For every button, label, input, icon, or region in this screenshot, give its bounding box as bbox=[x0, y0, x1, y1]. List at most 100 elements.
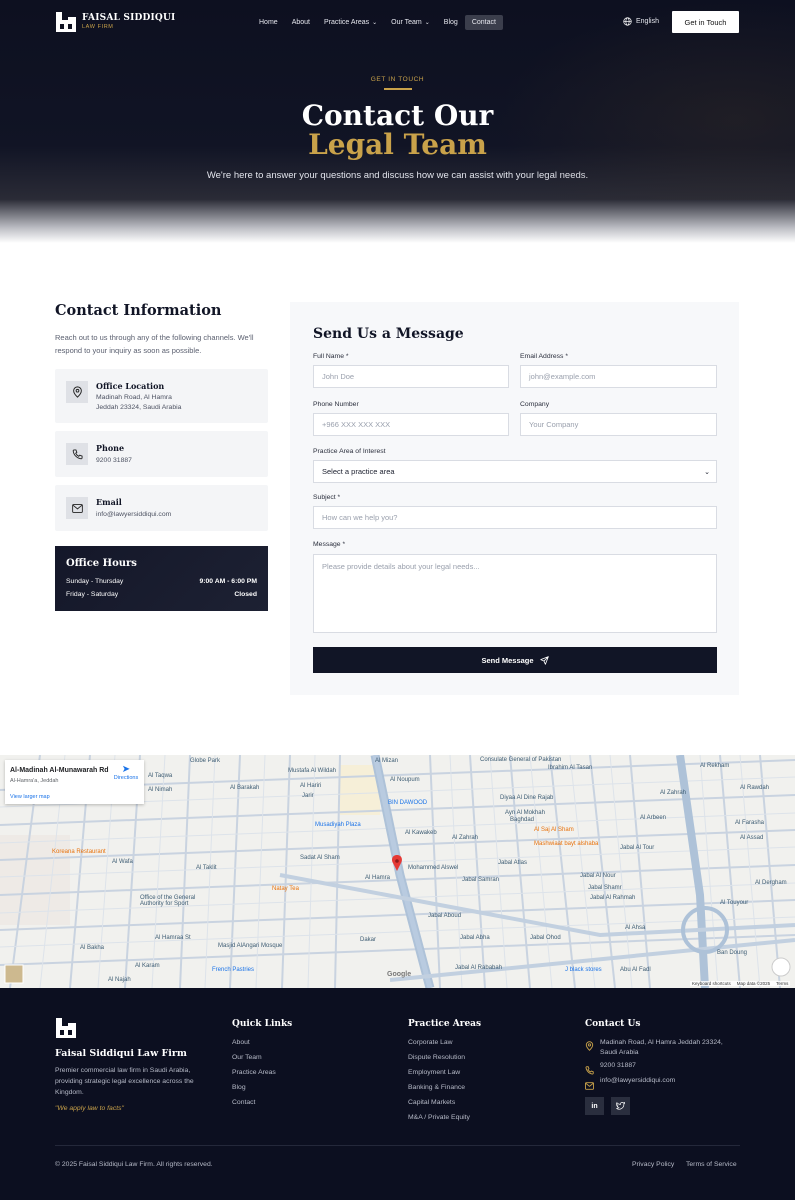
email-title: Email bbox=[96, 497, 122, 507]
map-poi[interactable]: BIN DAWOOD bbox=[388, 800, 427, 806]
map-poi[interactable]: J black stores bbox=[565, 967, 602, 973]
footer-link-practice-areas[interactable]: Practice Areas bbox=[232, 1069, 276, 1076]
language-label: English bbox=[636, 18, 659, 25]
map-poi[interactable]: Musadiyah Plaza bbox=[315, 822, 361, 828]
footer-link-contact[interactable]: Contact bbox=[232, 1099, 255, 1106]
company-input[interactable]: Your Company bbox=[520, 413, 717, 436]
nav-about[interactable]: About bbox=[285, 15, 317, 30]
map-label: Al Rawdah bbox=[740, 785, 770, 791]
footer-practice-link[interactable]: Employment Law bbox=[408, 1069, 460, 1076]
hero-title-line2: Legal Team bbox=[308, 128, 487, 161]
map-label: Ibrahim Al Tasan bbox=[548, 765, 593, 771]
map-poi[interactable]: Mashwiaat bayt alshaba bbox=[534, 841, 598, 847]
footer-practice-link[interactable]: M&A / Private Equity bbox=[408, 1114, 470, 1121]
phone-icon bbox=[66, 443, 88, 465]
get-in-touch-button[interactable]: Get in Touch bbox=[672, 11, 739, 33]
email-input[interactable]: john@example.com bbox=[520, 365, 717, 388]
nav-our-team[interactable]: Our Team ⌄ bbox=[384, 15, 437, 30]
footer-link-about[interactable]: About bbox=[232, 1039, 250, 1046]
hours-row: Friday - Saturday Closed bbox=[66, 591, 257, 598]
brand-subtitle: LAW FIRM bbox=[82, 23, 114, 30]
hours-days: Sunday - Thursday bbox=[66, 578, 124, 585]
map-poi[interactable]: Natay Tea bbox=[272, 886, 299, 892]
privacy-policy-link[interactable]: Privacy Policy bbox=[632, 1161, 674, 1168]
main-menu: Home About Practice Areas ⌄ Our Team ⌄ Blo… bbox=[252, 15, 503, 30]
directions-icon: ➤ bbox=[121, 764, 131, 775]
map-poi[interactable]: French Pastries bbox=[212, 967, 254, 973]
map-label: Sadat Al Sham bbox=[300, 855, 340, 861]
view-larger-map-link[interactable]: View larger map bbox=[10, 794, 50, 800]
map-place-sub: Al-Hamra'a, Jeddah bbox=[10, 778, 59, 784]
map-label: Mohammed Alswel bbox=[408, 865, 459, 871]
practice-areas-title: Practice Areas bbox=[408, 1019, 482, 1029]
embedded-map[interactable]: Al Mizan Consulate General of Pakistan I… bbox=[0, 755, 795, 988]
chevron-down-icon: ⌄ bbox=[424, 20, 430, 26]
nav-blog[interactable]: Blog bbox=[437, 15, 465, 30]
chevron-down-icon: ⌄ bbox=[372, 20, 378, 26]
subject-input[interactable]: How can we help you? bbox=[313, 506, 717, 529]
language-switcher[interactable]: English bbox=[623, 17, 659, 26]
map-label: Globe Park bbox=[190, 758, 221, 764]
phone-value[interactable]: 9200 31887 bbox=[96, 456, 132, 466]
hero-kicker: GET IN TOUCH bbox=[370, 76, 425, 83]
footer-email[interactable]: info@lawyersiddiqui.com bbox=[600, 1077, 675, 1084]
terms-of-service-link[interactable]: Terms of Service bbox=[686, 1161, 737, 1168]
keyboard-shortcuts-link[interactable]: Keyboard shortcuts bbox=[692, 981, 731, 986]
mail-icon bbox=[585, 1077, 595, 1095]
quick-links-title: Quick Links bbox=[232, 1019, 293, 1029]
footer-practice-link[interactable]: Corporate Law bbox=[408, 1039, 453, 1046]
map-label: Al Zahrah bbox=[452, 835, 479, 841]
hours-time: Closed bbox=[234, 591, 257, 598]
map-label: Jarir bbox=[302, 793, 314, 799]
linkedin-icon[interactable]: in bbox=[585, 1097, 604, 1115]
fullscreen-control-icon[interactable] bbox=[772, 958, 790, 976]
map-label: Baghdad bbox=[510, 817, 535, 823]
message-textarea[interactable]: Please provide details about your legal … bbox=[313, 554, 717, 633]
map-label: Jabal Aboud bbox=[428, 913, 462, 919]
footer-practice-link[interactable]: Banking & Finance bbox=[408, 1084, 465, 1091]
terms-link[interactable]: Terms bbox=[776, 981, 788, 986]
nav-home[interactable]: Home bbox=[252, 15, 285, 30]
map-label: Al Taqwa bbox=[148, 773, 173, 779]
footer-practice-link[interactable]: Dispute Resolution bbox=[408, 1054, 465, 1061]
map-label: Jabal Atlas bbox=[498, 860, 528, 866]
map-label: Jabal Samran bbox=[462, 877, 500, 883]
footer-phone[interactable]: 9200 31887 bbox=[600, 1062, 636, 1069]
map-label: Al Ahsa bbox=[625, 925, 646, 931]
satellite-toggle[interactable] bbox=[5, 965, 23, 983]
subject-label: Subject * bbox=[313, 494, 341, 501]
phone-card: Phone 9200 31887 bbox=[55, 431, 268, 477]
kicker-underline bbox=[384, 88, 412, 90]
phone-title: Phone bbox=[96, 443, 125, 453]
full-name-input[interactable]: John Doe bbox=[313, 365, 509, 388]
brand-logo[interactable]: FAISAL SIDDIQUI LAW FIRM bbox=[55, 11, 175, 33]
map-poi[interactable]: Al Saj Al Sham bbox=[534, 827, 574, 833]
message-label: Message * bbox=[313, 541, 346, 548]
footer-link-blog[interactable]: Blog bbox=[232, 1084, 246, 1091]
directions-button[interactable]: ➤ Directions bbox=[111, 764, 141, 782]
email-value[interactable]: info@lawyersiddiqui.com bbox=[96, 510, 171, 520]
map-poi[interactable]: Koreana Restaurant bbox=[52, 849, 106, 855]
hours-row: Sunday - Thursday 9:00 AM - 6:00 PM bbox=[66, 578, 257, 585]
phone-input[interactable]: +966 XXX XXX XXX bbox=[313, 413, 509, 436]
footer-practice-link[interactable]: Capital Markets bbox=[408, 1099, 455, 1106]
footer-link-our-team[interactable]: Our Team bbox=[232, 1054, 262, 1061]
practice-area-label: Practice Area of Interest bbox=[313, 448, 386, 455]
hero-section: FAISAL SIDDIQUI LAW FIRM Home About Prac… bbox=[0, 0, 795, 243]
practice-area-select[interactable]: Select a practice area ⌄ bbox=[313, 460, 717, 483]
twitter-icon[interactable] bbox=[611, 1097, 630, 1115]
nav-practice-areas[interactable]: Practice Areas ⌄ bbox=[317, 15, 384, 30]
office-location-line2: Jeddah 23324, Saudi Arabia bbox=[96, 404, 182, 411]
map-label: Al Wafa bbox=[112, 859, 133, 865]
send-message-button[interactable]: Send Message bbox=[313, 647, 717, 673]
map-pin-icon bbox=[585, 1038, 594, 1056]
linkedin-glyph: in bbox=[591, 1102, 598, 1110]
map-label: Al Najah bbox=[108, 977, 131, 983]
map-label: Jabal Al Rahmah bbox=[590, 895, 636, 901]
map-label: Al Zahrah bbox=[660, 790, 687, 796]
nav-contact[interactable]: Contact bbox=[464, 15, 503, 30]
nav-practice-areas-label: Practice Areas bbox=[323, 19, 370, 26]
map-data-text: Map data ©2025 bbox=[736, 981, 771, 986]
globe-icon bbox=[623, 17, 632, 26]
send-icon bbox=[539, 655, 549, 665]
